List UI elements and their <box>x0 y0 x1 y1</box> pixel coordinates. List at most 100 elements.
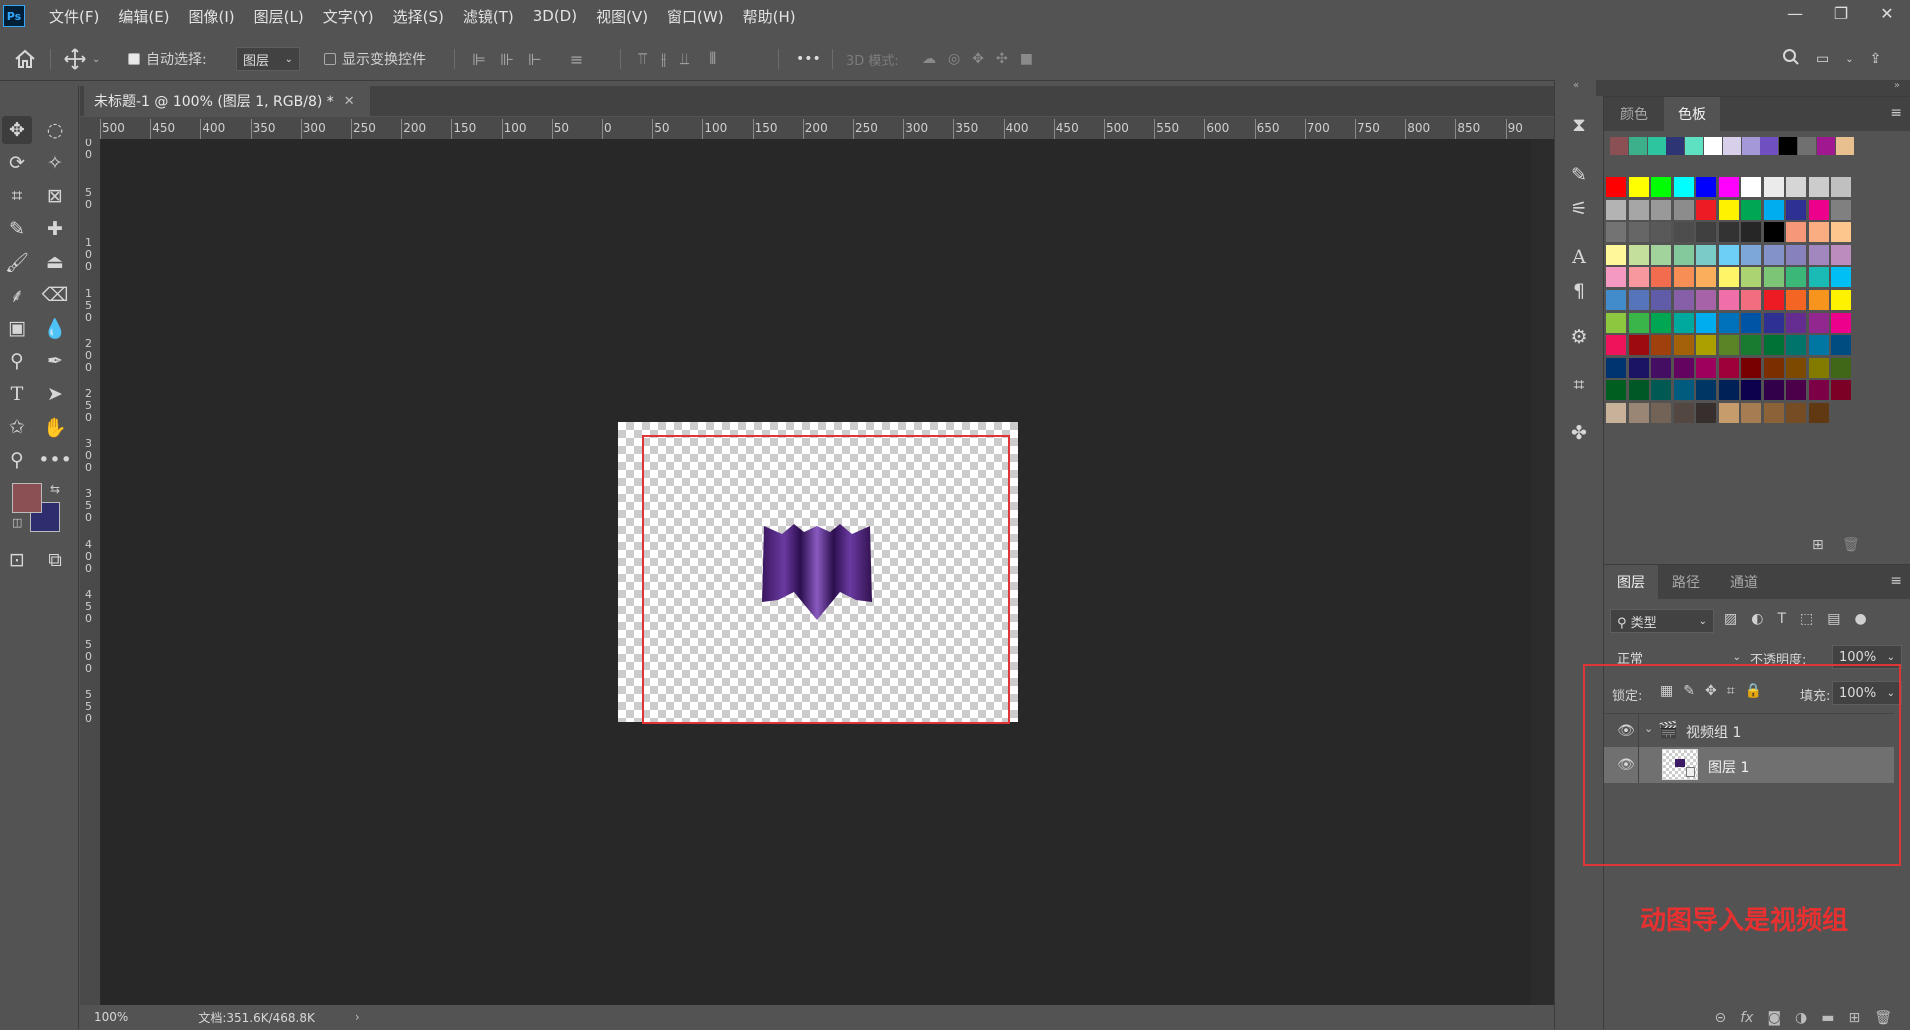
filter-pixel-icon[interactable]: ▨ <box>1724 611 1737 627</box>
history-icon[interactable]: ⧗ <box>1564 110 1594 140</box>
home-icon[interactable] <box>14 38 36 80</box>
restore-button[interactable]: ❐ <box>1818 0 1864 26</box>
swatch[interactable] <box>1651 403 1671 423</box>
gradient-tool[interactable]: ▣ <box>2 314 32 342</box>
swap-colors-icon[interactable]: ⇆ <box>50 482 60 496</box>
swatch[interactable] <box>1808 290 1829 310</box>
align-bottom-icon[interactable]: ⫫ <box>680 49 689 69</box>
3d-orbit-icon[interactable]: ☁ <box>922 51 936 67</box>
recent-swatch[interactable] <box>1628 137 1647 155</box>
collapse-icon[interactable]: « <box>1573 80 1579 91</box>
swatch[interactable] <box>1763 199 1784 220</box>
swatch[interactable] <box>1718 403 1739 423</box>
swatch[interactable] <box>1808 222 1829 243</box>
new-swatch-icon[interactable]: ⊞ <box>1812 537 1824 553</box>
swatch[interactable] <box>1673 312 1694 333</box>
show-transform-checkbox[interactable]: 显示变换控件 <box>324 38 426 80</box>
close-button[interactable]: ✕ <box>1864 0 1910 26</box>
swatch[interactable] <box>1808 267 1829 288</box>
more-tools-icon[interactable]: ••• <box>38 446 72 474</box>
swatch[interactable] <box>1696 177 1716 197</box>
menu-window[interactable]: 窗口(W) <box>667 6 724 27</box>
swatch[interactable] <box>1741 267 1761 288</box>
align-top-icon[interactable]: ⫪ <box>638 49 647 69</box>
menu-layer[interactable]: 图层(L) <box>254 6 304 27</box>
swatch[interactable] <box>1606 290 1626 310</box>
recent-swatch[interactable] <box>1835 137 1854 155</box>
recent-swatch[interactable] <box>1610 137 1628 155</box>
swatch[interactable] <box>1831 244 1851 265</box>
swatch[interactable] <box>1786 199 1806 220</box>
swatch[interactable] <box>1718 244 1739 265</box>
swatch[interactable] <box>1718 380 1739 401</box>
chevron-down-icon[interactable]: ⌄ <box>92 54 100 65</box>
distribute-v-icon[interactable]: ≡ <box>570 50 583 69</box>
tab-paths[interactable]: 路径 <box>1658 565 1714 599</box>
brush-settings-icon[interactable]: ✎ <box>1564 160 1594 190</box>
horizontal-ruler[interactable]: 500 450 400 350 300 250 200 150 100 50 0 50 100 150 20… <box>100 117 1554 140</box>
swatch[interactable] <box>1808 380 1829 401</box>
swatch[interactable] <box>1606 335 1626 356</box>
swatch[interactable] <box>1628 222 1649 243</box>
swatch[interactable] <box>1808 335 1829 356</box>
swatch[interactable] <box>1786 222 1806 243</box>
character-icon[interactable]: A <box>1564 242 1594 272</box>
swatch[interactable] <box>1673 290 1694 310</box>
auto-select-checkbox[interactable]: 自动选择: <box>128 38 207 80</box>
swatch[interactable] <box>1606 222 1626 243</box>
swatch[interactable] <box>1696 357 1716 378</box>
swatch[interactable] <box>1718 222 1739 243</box>
link-icon[interactable]: ⊝ <box>1714 1010 1726 1026</box>
new-layer-icon[interactable]: ⊞ <box>1848 1010 1860 1026</box>
swatch[interactable] <box>1673 244 1694 265</box>
recent-swatch[interactable] <box>1685 137 1704 155</box>
swatch[interactable] <box>1651 335 1671 356</box>
filter-toggle-icon[interactable]: ● <box>1854 611 1866 627</box>
panel-menu-icon[interactable]: ≡ <box>1890 105 1902 121</box>
swatch[interactable] <box>1741 177 1761 197</box>
swatch[interactable] <box>1831 335 1851 356</box>
swatch[interactable] <box>1606 403 1626 423</box>
filter-type-icon[interactable]: T <box>1777 611 1786 627</box>
swatch[interactable] <box>1786 244 1806 265</box>
plugins-icon[interactable]: ✤ <box>1564 418 1594 448</box>
swatch[interactable] <box>1651 222 1671 243</box>
quick-mask-icon[interactable]: ⊡ <box>2 546 32 574</box>
swatch[interactable] <box>1651 177 1671 197</box>
align-middle-v-icon[interactable]: ⫲ <box>661 49 666 69</box>
move-tool-icon[interactable]: ⌄ <box>64 38 100 80</box>
swatch[interactable] <box>1831 312 1851 333</box>
navigator-icon[interactable]: ⚙ <box>1564 322 1594 352</box>
swatch[interactable] <box>1696 199 1716 220</box>
chevron-down-icon[interactable]: ⌄ <box>1845 54 1853 65</box>
swatch[interactable] <box>1673 222 1694 243</box>
filter-shape-icon[interactable]: ⬚ <box>1800 611 1813 627</box>
swatch[interactable] <box>1741 290 1761 310</box>
menu-view[interactable]: 视图(V) <box>596 6 648 27</box>
swatch[interactable] <box>1606 267 1626 288</box>
menu-type[interactable]: 文字(Y) <box>323 6 374 27</box>
workspace-icon[interactable]: ▭ <box>1816 51 1829 67</box>
swatch[interactable] <box>1831 199 1851 220</box>
swatch[interactable] <box>1786 312 1806 333</box>
mask-icon[interactable]: ◙ <box>1767 1010 1781 1026</box>
swatch[interactable] <box>1741 199 1761 220</box>
distribute-h-icon[interactable]: ⦀ <box>709 49 716 69</box>
tab-swatches[interactable]: 色板 <box>1664 97 1720 131</box>
brush-tool[interactable]: 🖌 <box>2 248 32 276</box>
recent-swatch[interactable] <box>1779 137 1798 155</box>
swatch[interactable] <box>1718 357 1739 378</box>
swatch[interactable] <box>1831 177 1851 197</box>
swatch[interactable] <box>1651 199 1671 220</box>
tab-layers[interactable]: 图层 <box>1604 565 1658 599</box>
swatch[interactable] <box>1808 403 1829 423</box>
checkbox-icon[interactable] <box>324 53 336 65</box>
zoom-tool[interactable]: ⚲ <box>2 446 32 474</box>
swatch[interactable] <box>1718 267 1739 288</box>
tab-channels[interactable]: 通道 <box>1714 565 1774 599</box>
swatch[interactable] <box>1696 244 1716 265</box>
swatch[interactable] <box>1696 222 1716 243</box>
swatch[interactable] <box>1651 244 1671 265</box>
layer-filter-dropdown[interactable]: ⚲ 类型 ⌄ <box>1610 609 1714 633</box>
adjustment-icon[interactable]: ◑ <box>1795 1010 1807 1026</box>
